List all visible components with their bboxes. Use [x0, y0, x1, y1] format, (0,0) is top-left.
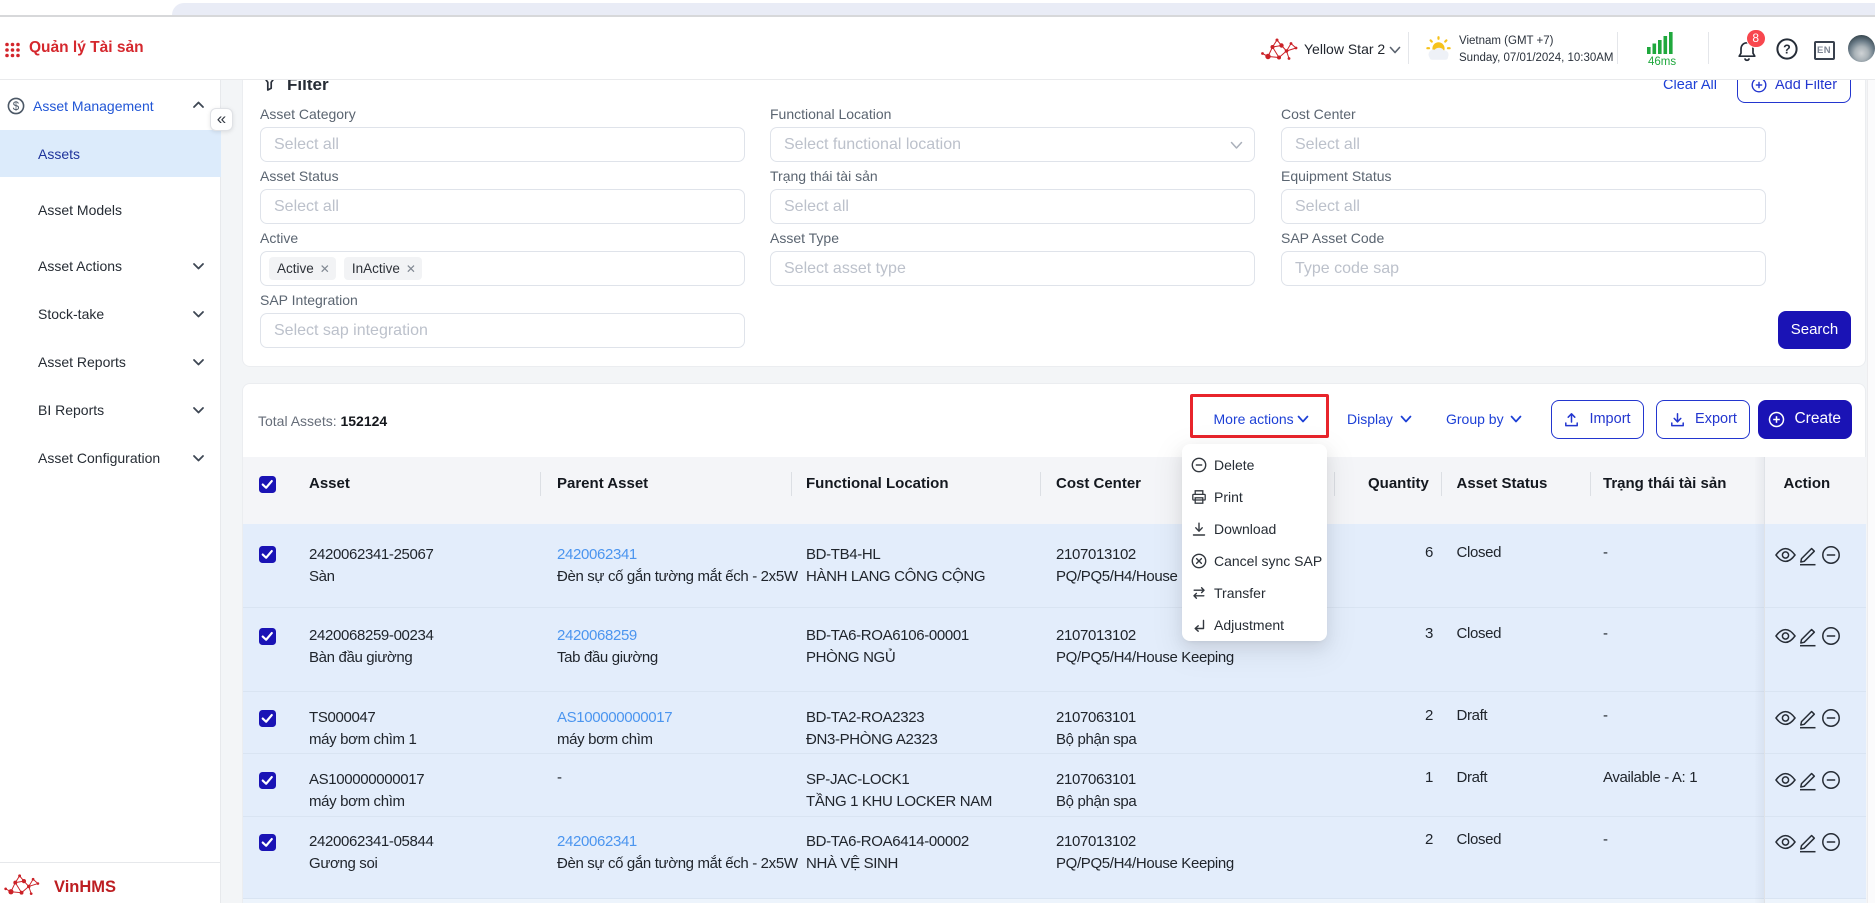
svg-text:$: $: [13, 101, 20, 113]
svg-text:?: ?: [1783, 42, 1791, 56]
